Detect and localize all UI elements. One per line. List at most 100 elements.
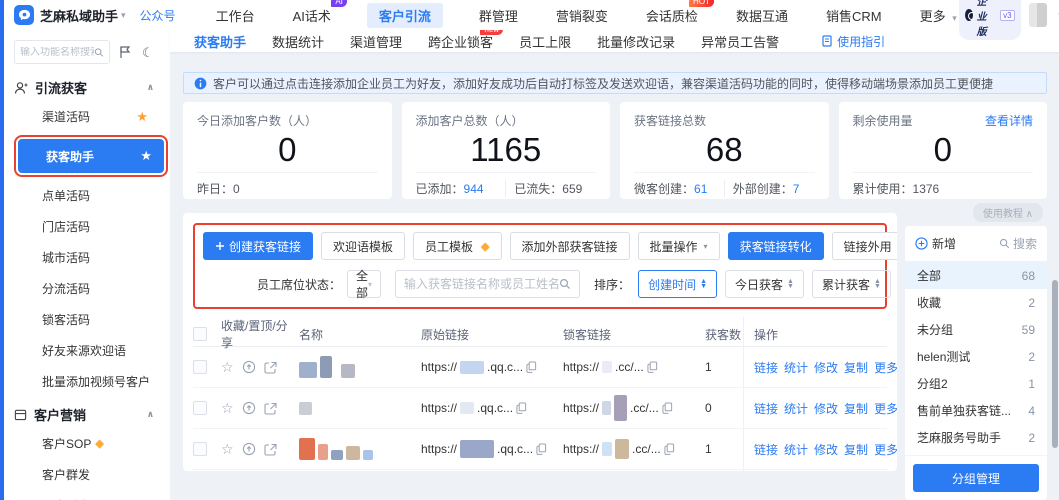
action-copy[interactable]: 复制 bbox=[844, 400, 868, 417]
link-search-box[interactable] bbox=[395, 270, 580, 298]
action-stats[interactable]: 统计 bbox=[784, 400, 808, 417]
link-external-use-button[interactable]: 链接外用◆ bbox=[832, 232, 897, 260]
link-conversion-button[interactable]: 获客链接转化 bbox=[728, 232, 824, 260]
nav-item-customer-acquisition[interactable]: 客户引流 bbox=[367, 3, 443, 28]
share-icon[interactable] bbox=[264, 361, 277, 374]
group-item-sesame-assistant[interactable]: 芝麻服务号助手2 bbox=[905, 424, 1047, 451]
action-stats[interactable]: 统计 bbox=[784, 359, 808, 376]
pin-top-icon[interactable] bbox=[242, 401, 256, 415]
sidebar-item-lock-code[interactable]: 锁客活码 bbox=[14, 304, 170, 335]
sidebar-item-customer-broadcast[interactable]: 客户群发 bbox=[14, 459, 170, 490]
group-item-group2[interactable]: 分组21 bbox=[905, 370, 1047, 397]
sidebar-item-customer-sop[interactable]: 客户SOP◆ bbox=[14, 428, 170, 459]
nav-item-data-interop[interactable]: 数据互通 bbox=[734, 3, 790, 28]
pin-top-icon[interactable] bbox=[242, 360, 256, 374]
group-item-presales-link[interactable]: 售前单独获客链...4 bbox=[905, 397, 1047, 424]
copy-icon[interactable] bbox=[516, 402, 527, 414]
action-copy[interactable]: 复制 bbox=[844, 441, 868, 458]
pin-top-icon[interactable] bbox=[242, 442, 256, 456]
action-more[interactable]: 更多 bbox=[874, 441, 897, 458]
action-copy[interactable]: 复制 bbox=[844, 359, 868, 376]
sort-by-total[interactable]: 累计获客▲▼ bbox=[812, 270, 891, 298]
sidebar-item-friend-source-welcome[interactable]: 好友来源欢迎语 bbox=[14, 335, 170, 366]
tab-abnormal-staff-alert[interactable]: 异常员工告警 bbox=[701, 32, 779, 51]
add-external-link-button[interactable]: 添加外部获客链接 bbox=[510, 232, 630, 260]
vertical-scrollbar[interactable] bbox=[1052, 280, 1058, 448]
action-stats[interactable]: 统计 bbox=[784, 441, 808, 458]
nav-item-marketing-fission[interactable]: 营销裂变 bbox=[554, 3, 610, 28]
nav-item-group-management[interactable]: 群管理 bbox=[477, 3, 520, 28]
link-search-input[interactable] bbox=[404, 277, 559, 291]
group-search-button[interactable]: 搜索 bbox=[999, 235, 1037, 252]
action-more[interactable]: 更多 bbox=[874, 359, 897, 376]
seat-status-select[interactable]: 全部▾ bbox=[347, 270, 381, 298]
tab-acquisition-assistant[interactable]: 获客助手 bbox=[194, 32, 246, 51]
star-icon[interactable]: ★ bbox=[136, 109, 148, 125]
action-edit[interactable]: 修改 bbox=[814, 400, 838, 417]
action-edit[interactable]: 修改 bbox=[814, 359, 838, 376]
view-details-link[interactable]: 查看详情 bbox=[985, 112, 1033, 129]
sidebar-item-split-code[interactable]: 分流活码 bbox=[14, 273, 170, 304]
nav-item-ai-script[interactable]: AI话术AI bbox=[291, 3, 333, 28]
tab-cross-enterprise-lock[interactable]: 跨企业锁客new bbox=[428, 32, 493, 51]
tab-channel-management[interactable]: 渠道管理 bbox=[350, 32, 402, 51]
sidebar-item-city-code[interactable]: 城市活码 bbox=[14, 242, 170, 273]
tab-staff-limit[interactable]: 员工上限 bbox=[519, 32, 571, 51]
copy-icon[interactable] bbox=[647, 361, 658, 373]
sidebar-section-acquisition[interactable]: 引流获客 ∧ bbox=[14, 78, 170, 97]
row-checkbox[interactable] bbox=[193, 442, 207, 456]
sidebar-search-input[interactable] bbox=[20, 47, 94, 58]
dark-mode-moon-icon[interactable]: ☾ bbox=[142, 46, 154, 59]
sort-by-today[interactable]: 今日获客▲▼ bbox=[725, 270, 804, 298]
welcome-template-button[interactable]: 欢迎语模板 bbox=[321, 232, 405, 260]
sidebar-search[interactable] bbox=[14, 40, 110, 64]
copy-icon[interactable] bbox=[662, 402, 673, 414]
favorite-star-icon[interactable]: ☆ bbox=[221, 400, 234, 417]
favorite-star-icon[interactable]: ☆ bbox=[221, 441, 234, 458]
sidebar-item-one-by-one-broadcast[interactable]: 逐客群发 bbox=[14, 490, 170, 500]
user-avatar[interactable] bbox=[1029, 3, 1048, 27]
official-account-link[interactable]: 公众号 bbox=[140, 7, 176, 24]
sort-by-create-time[interactable]: 创建时间▲▼ bbox=[638, 270, 717, 298]
usage-guide-link[interactable]: 使用指引 bbox=[821, 33, 885, 50]
nav-item-more[interactable]: 更多 ▾ bbox=[918, 3, 959, 28]
group-item-favorites[interactable]: 收藏2 bbox=[905, 289, 1047, 316]
staff-template-button[interactable]: 员工模板◆ bbox=[413, 232, 501, 260]
copy-icon[interactable] bbox=[536, 443, 547, 455]
create-link-button[interactable]: 创建获客链接 bbox=[203, 232, 313, 260]
group-item-helen-test[interactable]: helen测试2 bbox=[905, 343, 1047, 370]
share-icon[interactable] bbox=[264, 443, 277, 456]
select-all-checkbox[interactable] bbox=[193, 327, 207, 341]
sidebar-item-store-code[interactable]: 门店活码 bbox=[14, 211, 170, 242]
batch-operation-dropdown[interactable]: 批量操作▾ bbox=[638, 232, 720, 260]
nav-item-chat-inspection[interactable]: 会话质检HOT bbox=[644, 3, 700, 28]
action-link[interactable]: 链接 bbox=[754, 400, 778, 417]
action-edit[interactable]: 修改 bbox=[814, 441, 838, 458]
favorite-star-icon[interactable]: ☆ bbox=[221, 359, 234, 376]
sidebar-item-acquisition-assistant[interactable]: 获客助手 ★ bbox=[18, 139, 164, 173]
tab-batch-modify-records[interactable]: 批量修改记录 bbox=[597, 32, 675, 51]
fold-tutorial-tag[interactable]: 使用教程 ∧ bbox=[973, 203, 1043, 222]
group-item-ungrouped[interactable]: 未分组59 bbox=[905, 316, 1047, 343]
star-icon[interactable]: ★ bbox=[140, 148, 152, 164]
action-link[interactable]: 链接 bbox=[754, 359, 778, 376]
tab-data-statistics[interactable]: 数据统计 bbox=[272, 32, 324, 51]
sidebar-item-batch-video-customer[interactable]: 批量添加视频号客户 bbox=[14, 366, 170, 397]
add-group-button[interactable]: 新增 bbox=[915, 235, 956, 252]
nav-item-sales-crm[interactable]: 销售CRM bbox=[824, 3, 884, 28]
copy-icon[interactable] bbox=[664, 443, 675, 455]
sidebar-item-channel-code[interactable]: 渠道活码 ★ bbox=[14, 101, 170, 132]
copy-icon[interactable] bbox=[526, 361, 537, 373]
nav-item-workbench[interactable]: 工作台 bbox=[214, 3, 257, 28]
share-icon[interactable] bbox=[264, 402, 277, 415]
action-more[interactable]: 更多 bbox=[874, 400, 897, 417]
sidebar-item-order-code[interactable]: 点单活码 bbox=[14, 180, 170, 211]
group-manage-button[interactable]: 分组管理 bbox=[913, 464, 1039, 492]
group-item-all[interactable]: 全部68 bbox=[905, 262, 1047, 289]
sidebar-section-marketing[interactable]: 客户营销 ∧ bbox=[14, 405, 170, 424]
row-checkbox[interactable] bbox=[193, 360, 207, 374]
quick-entry-icon[interactable] bbox=[119, 45, 133, 59]
chevron-down-icon[interactable]: ▾ bbox=[121, 10, 126, 21]
row-checkbox[interactable] bbox=[193, 401, 207, 415]
action-link[interactable]: 链接 bbox=[754, 441, 778, 458]
